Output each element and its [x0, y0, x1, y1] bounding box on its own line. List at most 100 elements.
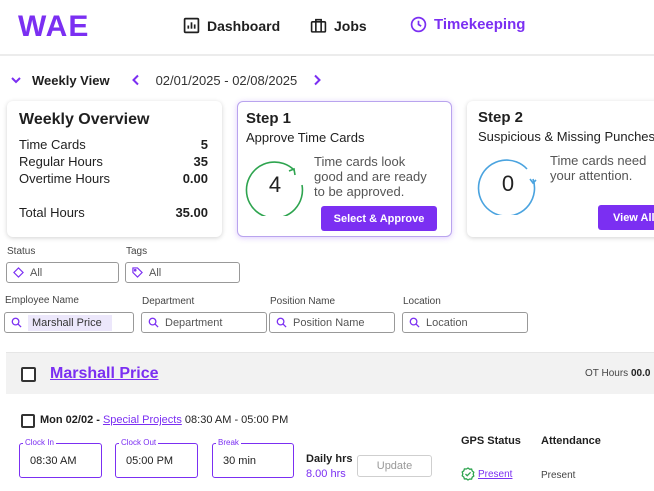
nav-jobs-label: Jobs: [334, 17, 367, 34]
tags-filter[interactable]: All: [125, 262, 240, 283]
position-filter-label: Position Name: [270, 296, 336, 307]
step2-count: 0: [502, 171, 514, 196]
step1-text-line: to be approved.: [314, 184, 405, 199]
employee-name-link[interactable]: Marshall Price: [50, 365, 159, 383]
search-icon: [409, 317, 420, 328]
location-filter-label: Location: [403, 296, 441, 307]
overview-total-value: 35.00: [175, 205, 208, 220]
gps-status-value[interactable]: Present: [461, 467, 512, 481]
step1-text-line: good and are ready: [314, 169, 427, 184]
step2-card[interactable]: Step 2 Suspicious & Missing Punches 0 Ti…: [467, 101, 654, 237]
overview-row-label: Overtime Hours: [19, 171, 111, 186]
overview-row-value: 35: [193, 154, 208, 169]
day-date: Mon 02/02 -: [40, 414, 100, 426]
overview-row: Regular Hours 35: [19, 154, 208, 169]
select-approve-button[interactable]: Select & Approve: [321, 206, 437, 231]
weekly-overview-card: Weekly Overview Time Cards 5 Regular Hou…: [7, 101, 222, 237]
nav-timekeeping-label: Timekeeping: [434, 16, 526, 33]
update-button[interactable]: Update: [357, 455, 432, 477]
step1-count: 4: [269, 172, 281, 197]
date-range: 02/01/2025 - 02/08/2025: [155, 72, 298, 88]
tag-icon: [132, 267, 143, 278]
department-filter[interactable]: Department: [141, 312, 267, 333]
tags-filter-label: Tags: [126, 246, 148, 257]
department-filter-label: Department: [142, 296, 195, 307]
break-field[interactable]: Break 30 min: [212, 438, 294, 478]
chevron-left-icon[interactable]: [128, 72, 144, 88]
chevron-down-icon[interactable]: [8, 72, 24, 88]
step1-title: Step 1: [246, 110, 292, 127]
clock-in-field[interactable]: Clock In 08:30 AM: [19, 438, 102, 478]
svg-text:WAE: WAE: [18, 10, 89, 40]
step2-text-line: your attention.: [550, 168, 633, 183]
overview-row: Time Cards 5: [19, 137, 208, 152]
step1-text-line: Time cards look: [314, 154, 406, 169]
employee-name-filter[interactable]: Marshall Price: [4, 312, 134, 333]
clock-icon: [410, 16, 427, 33]
position-placeholder: Position Name: [293, 316, 365, 329]
nav-dashboard[interactable]: Dashboard: [183, 17, 280, 34]
search-icon: [276, 317, 287, 328]
step2-subtitle: Suspicious & Missing Punches: [478, 129, 654, 144]
step2-title: Step 2: [478, 109, 524, 126]
gps-status-text[interactable]: Present: [478, 469, 512, 480]
overview-row-value: 5: [200, 137, 208, 152]
view-all-button[interactable]: View All: [598, 205, 654, 230]
day-entry-title: Mon 02/02 - Special Projects 08:30 AM - …: [40, 414, 288, 426]
overview-row-value: 0.00: [182, 171, 208, 186]
nav-dashboard-label: Dashboard: [207, 17, 281, 34]
overview-row-label: Time Cards: [19, 137, 86, 152]
status-filter[interactable]: All: [6, 262, 119, 283]
clock-out-label: Clock Out: [119, 438, 159, 447]
step1-description: Time cards look good and are ready to be…: [314, 154, 427, 199]
daily-hours-label: Daily hrs: [306, 453, 353, 465]
nav-timekeeping[interactable]: Timekeeping: [410, 16, 525, 33]
search-icon: [11, 317, 22, 328]
top-nav-bar: WAE Dashboard Jobs Timekeeping: [0, 0, 654, 56]
briefcase-icon: [310, 18, 327, 33]
weekly-overview-title: Weekly Overview: [19, 111, 150, 128]
overview-row-label: Regular Hours: [19, 154, 103, 169]
break-value: 30 min: [223, 455, 257, 467]
clock-out-value: 05:00 PM: [126, 455, 174, 467]
step1-subtitle: Approve Time Cards: [246, 130, 365, 145]
location-placeholder: Location: [426, 316, 468, 329]
attendance-value: Present: [541, 470, 576, 481]
search-icon: [148, 317, 159, 328]
overview-row: Overtime Hours 0.00: [19, 171, 208, 186]
clock-out-field[interactable]: Clock Out 05:00 PM: [115, 438, 198, 478]
day-checkbox[interactable]: [21, 414, 35, 428]
overview-total-row: Total Hours 35.00: [19, 205, 208, 220]
employee-checkbox[interactable]: [21, 367, 36, 382]
ot-hours: OT Hours 00.0: [585, 368, 650, 379]
break-label: Break: [216, 438, 241, 447]
attendance-header: Attendance: [541, 435, 601, 447]
week-selector: Weekly View 02/01/2025 - 02/08/2025: [8, 70, 325, 90]
status-filter-label: Status: [7, 246, 36, 257]
check-badge-icon: [461, 467, 475, 481]
step2-description: Time cards need your attention.: [550, 153, 646, 183]
ot-hours-label: OT Hours: [585, 368, 629, 379]
clock-in-value: 08:30 AM: [30, 455, 77, 467]
weekly-view-label[interactable]: Weekly View: [32, 73, 110, 88]
step1-card[interactable]: Step 1 Approve Time Cards 4 Time cards l…: [237, 101, 452, 237]
project-link[interactable]: Special Projects: [103, 414, 182, 426]
step2-count-ring: 0: [477, 159, 537, 215]
chevron-right-icon[interactable]: [309, 72, 325, 88]
diamond-icon: [13, 267, 24, 278]
employee-header-row: Marshall Price OT Hours 00.0: [6, 352, 654, 394]
location-filter[interactable]: Location: [402, 312, 528, 333]
step2-text-line: Time cards need: [550, 153, 647, 168]
day-hours-range: 08:30 AM - 05:00 PM: [184, 414, 289, 426]
clock-in-label: Clock In: [23, 438, 56, 447]
tags-filter-value: All: [149, 266, 162, 279]
gps-status-header: GPS Status: [461, 435, 521, 447]
wae-logo[interactable]: WAE: [18, 10, 106, 40]
position-filter[interactable]: Position Name: [269, 312, 395, 333]
employee-chip[interactable]: Marshall Price: [28, 314, 112, 331]
bar-chart-icon: [183, 17, 200, 34]
employee-filter-label: Employee Name: [5, 295, 79, 306]
overview-total-label: Total Hours: [19, 205, 85, 220]
department-placeholder: Department: [165, 316, 223, 329]
nav-jobs[interactable]: Jobs: [310, 17, 367, 34]
